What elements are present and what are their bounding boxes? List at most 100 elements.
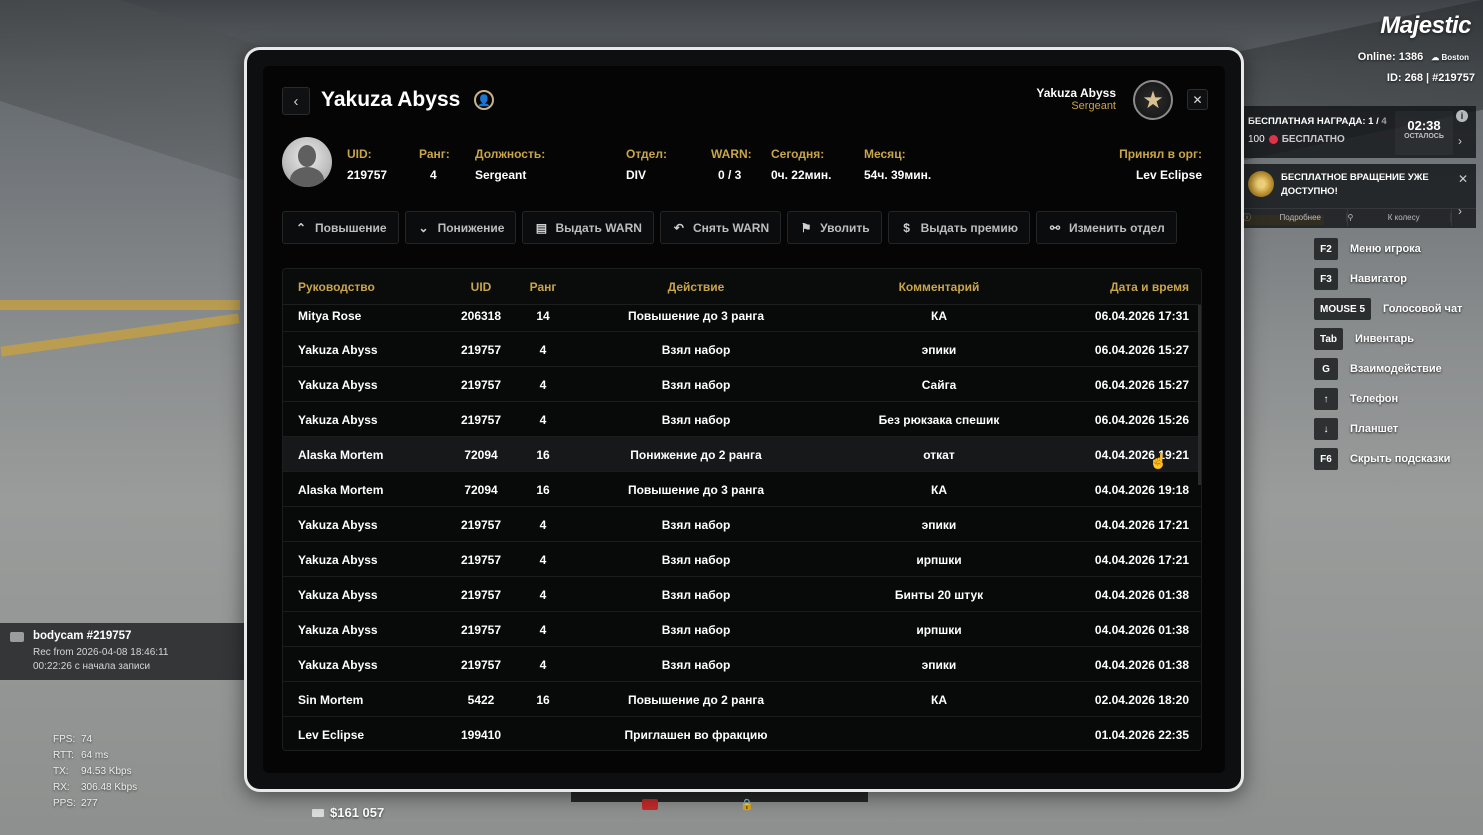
back-button[interactable]: ‹ (282, 87, 310, 115)
table-row[interactable]: Yakuza Abyss 219757 4 Взял набор Сайга 06.04.… (283, 367, 1201, 402)
key-badge: Tab (1314, 328, 1344, 350)
reward-amount: 100 БЕСПЛАТНО (1248, 134, 1345, 145)
cell-comment: КА (931, 483, 947, 497)
free-spin-card[interactable]: БЕСПЛАТНОЕ ВРАЩЕНИЕ УЖЕ ДОСТУПНО! ✕ › ⓘ … (1243, 164, 1476, 228)
scrollbar[interactable] (1198, 305, 1201, 485)
key-badge: MOUSE 5 (1314, 298, 1372, 320)
player-id: ID: 268 | #219757 (1386, 72, 1475, 84)
table-row[interactable]: Lev Eclipse 199410 Приглашен во фракцию 01.… (283, 717, 1201, 750)
remove-warn-button[interactable]: ↶ Снять WARN (659, 211, 782, 244)
engine-icon (642, 799, 658, 810)
cell-action: Повышение до 3 ранга (627, 309, 765, 323)
cell-action: Взял набор (661, 343, 731, 357)
info-invited-by: Принял в орг: Lev Eclipse (1119, 147, 1202, 182)
cell-action: Взял набор (661, 378, 731, 392)
hint-label: Голосовой чат (1383, 303, 1463, 315)
table-row[interactable]: Alaska Mortem 72094 16 Понижение до 2 ранга… (283, 437, 1201, 472)
cell-rank: 4 (539, 378, 547, 392)
cell-comment: Бинты 20 штук (894, 588, 984, 602)
current-user-name: Yakuza Abyss (1036, 86, 1116, 100)
cell-rank: 4 (539, 658, 547, 672)
cell-action: Взял набор (661, 553, 731, 567)
online-counter: Online: 1386 ☁ Boston (1358, 51, 1469, 63)
col-header-action: Действие (667, 280, 725, 294)
fire-button[interactable]: ⚑ Уволить (787, 211, 882, 244)
cell-comment: эпики (921, 518, 957, 532)
give-bonus-button[interactable]: $ Выдать премию (887, 211, 1031, 244)
hint-label: Планшет (1350, 423, 1399, 435)
col-header-leader: Руководство (298, 280, 375, 294)
user-profile-icon[interactable]: 👤 (474, 90, 494, 110)
fire-person-icon: ⚑ (800, 220, 812, 235)
table-row[interactable]: Alaska Mortem 72094 16 Повышение до 3 ранга… (283, 472, 1201, 507)
table-row[interactable]: Yakuza Abyss 219757 4 Взял набор ирпшки 04.04… (283, 612, 1201, 647)
close-button[interactable]: ✕ (1187, 89, 1208, 110)
table-row[interactable]: Yakuza Abyss 219757 4 Взял набор эпики 04.04.… (283, 647, 1201, 682)
cell-date: 06.04.2026 15:27 (1094, 343, 1189, 357)
promote-button[interactable]: ⌃ Повышение (282, 211, 399, 244)
warn-doc-icon: ▤ (535, 220, 548, 235)
demote-button[interactable]: ⌄ Понижение (404, 211, 517, 244)
online-label: Online: 1386 (1357, 51, 1424, 63)
bodycam-panel: bodycam #219757 Rec from 2026-04-08 18:4… (0, 623, 246, 680)
key-badge: G (1314, 358, 1338, 380)
cell-date: 04.04.2026 01:38 (1094, 588, 1189, 602)
key-badge: F6 (1314, 448, 1338, 470)
table-row[interactable]: Sin Mortem 5422 16 Повышение до 2 ранга КА 02… (283, 682, 1201, 717)
action-bar: ⌃ Повышение ⌄ Понижение ▤ Выдать WARN ↶ Снят… (282, 211, 1177, 244)
table-body[interactable]: Mitya Rose 206318 14 Повышение до 3 ранга КА… (283, 305, 1201, 750)
give-warn-button[interactable]: ▤ Выдать WARN (522, 211, 654, 244)
reward-title: БЕСПЛАТНАЯ НАГРАДА: 1 / 4 (1248, 116, 1387, 127)
hint-label: Скрыть подсказки (1350, 453, 1451, 465)
cell-date: 06.04.2026 15:26 (1094, 413, 1189, 427)
change-department-button[interactable]: ⚯ Изменить отдел (1036, 211, 1177, 244)
cell-rank: 16 (536, 448, 550, 462)
page-title: Yakuza Abyss (321, 88, 461, 111)
cell-rank: 4 (539, 588, 547, 602)
reward-timer: 02:38 ОСТАЛОСЬ (1395, 111, 1453, 155)
wheel-link[interactable]: ⚲ К колесу (1348, 209, 1452, 226)
cell-action: Повышение до 2 ранга (627, 693, 765, 707)
hint-label: Телефон (1350, 393, 1399, 405)
free-reward-card[interactable]: БЕСПЛАТНАЯ НАГРАДА: 1 / 4 100 БЕСПЛАТНО … (1243, 106, 1476, 158)
hint-row: MOUSE 5 Голосовой чат (1314, 298, 1479, 320)
stat-row: TX: 94.53 Kbps (53, 766, 132, 777)
cell-leader: Yakuza Abyss (298, 518, 378, 532)
cell-rank: 4 (539, 343, 547, 357)
chevron-up-icon: ⌃ (295, 220, 307, 235)
info-month: Месяц: 54ч. 39мин. (864, 147, 932, 182)
key-badge: F2 (1314, 238, 1338, 260)
details-link[interactable]: ⓘ Подробнее (1243, 209, 1348, 226)
cell-rank: 16 (536, 693, 550, 707)
info-department: Отдел: DIV (626, 147, 667, 182)
info-position: Должность: Sergeant (475, 147, 546, 182)
table-header: Руководство UID Ранг Действие Комментари… (283, 269, 1201, 305)
table-row[interactable]: Yakuza Abyss 219757 4 Взял набор эпики 06.04.… (283, 332, 1201, 367)
info-icon[interactable]: i (1456, 110, 1468, 122)
mouse-cursor-icon: ☝ (1149, 453, 1168, 470)
table-row[interactable]: Yakuza Abyss 219757 4 Взял набор ирпшки 04.04… (283, 542, 1201, 577)
ground-marking (0, 300, 240, 310)
table-row[interactable]: Yakuza Abyss 219757 4 Взял набор Бинты 20 шт… (283, 577, 1201, 612)
close-icon[interactable]: ✕ (1458, 172, 1468, 186)
cell-comment: ирпшки (916, 623, 962, 637)
cell-date: 04.04.2026 19:21 (1094, 448, 1189, 462)
bodycam-elapsed: 00:22:26 с начала записи (33, 661, 151, 672)
cell-action: Приглашен во фракцию (624, 728, 768, 742)
table-row[interactable]: Yakuza Abyss 219757 4 Взял набор Без рюкзака… (283, 402, 1201, 437)
hint-row: Tab Инвентарь (1314, 328, 1479, 350)
cell-leader: Yakuza Abyss (298, 588, 378, 602)
key-hints: F2 Меню игрока F3 Навигатор MOUSE 5 Голосов… (1314, 238, 1479, 478)
table-row[interactable]: Yakuza Abyss 219757 4 Взял набор эпики 04.04.… (283, 507, 1201, 542)
cell-date: 04.04.2026 19:18 (1094, 483, 1189, 497)
chevron-down-icon: ⌄ (418, 220, 429, 235)
cell-action: Взял набор (661, 413, 731, 427)
chevron-right-icon[interactable]: › (1458, 134, 1462, 148)
current-user-rank: Sergeant (1071, 100, 1116, 112)
hint-row: F2 Меню игрока (1314, 238, 1479, 260)
cell-date: 02.04.2026 18:20 (1094, 693, 1189, 707)
cell-rank: 4 (539, 518, 547, 532)
cell-rank: 4 (539, 413, 547, 427)
cell-date: 04.04.2026 01:38 (1094, 623, 1189, 637)
table-row[interactable]: Mitya Rose 206318 14 Повышение до 3 ранга КА… (283, 305, 1201, 332)
